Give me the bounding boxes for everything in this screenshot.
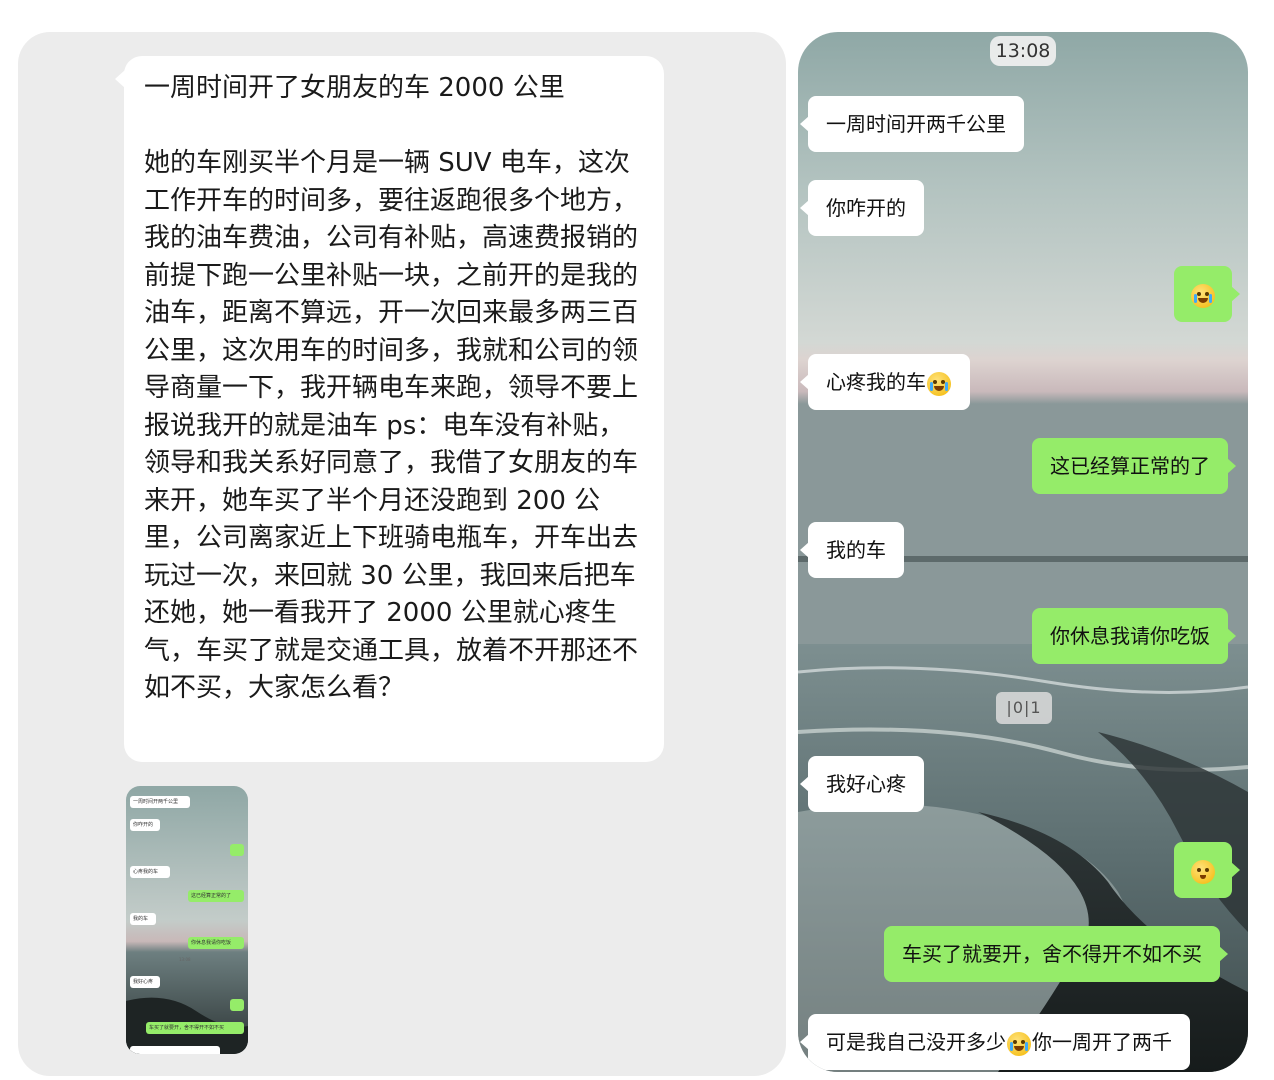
message-text: 我的车 xyxy=(826,538,886,562)
laughing-tears-emoji-icon xyxy=(1191,283,1215,308)
incoming-message[interactable]: 心疼我的车 xyxy=(800,354,970,410)
message-timestamp: 13:08 xyxy=(990,36,1056,66)
outgoing-message[interactable]: 你休息我请你吃饭 xyxy=(1032,608,1236,664)
thumb-msg-3: 心疼我的车 xyxy=(130,866,170,878)
thumb-msg-2: 你咋开的 xyxy=(130,819,160,831)
outgoing-message[interactable]: 这已经算正常的了 xyxy=(1032,438,1236,494)
thumb-time: 13:08 xyxy=(179,957,191,962)
message-text: 可是我自己没开多少 xyxy=(826,1030,1006,1054)
thumb-msg-5: 我的车 xyxy=(130,913,156,925)
incoming-message[interactable]: 可是我自己没开多少 你一周开了两千 xyxy=(800,1014,1190,1070)
thumb-msg-8: 车买了就要开，舍不得开不如不买 xyxy=(146,1022,244,1034)
incoming-message[interactable]: 我的车 xyxy=(800,522,904,578)
thumb-msg-4: 这已经算正常的了 xyxy=(188,890,244,902)
chat-screenshot-thumbnail[interactable]: 一周时间开两千公里 你咋开的 心疼我的车 这已经算正常的了 我的车 你休息我请你… xyxy=(126,786,248,1054)
message-text: 我好心疼 xyxy=(826,772,906,796)
message-text: 一周时间开两千公里 xyxy=(826,112,1006,136)
outgoing-emoji-message[interactable] xyxy=(1174,842,1240,898)
post-panel: 一周时间开了女朋友的车 2000 公里 她的车刚买半个月是一辆 SUV 电车，这… xyxy=(18,32,786,1076)
post-message-bubble[interactable]: 一周时间开了女朋友的车 2000 公里 她的车刚买半个月是一辆 SUV 电车，这… xyxy=(115,56,664,762)
crying-emoji-icon xyxy=(1007,1031,1031,1056)
message-text: 你休息我请你吃饭 xyxy=(1050,624,1210,648)
video-player-icon[interactable]: |0|1 xyxy=(996,692,1052,724)
message-text: 车买了就要开，舍不得开不如不买 xyxy=(902,942,1202,966)
outgoing-message[interactable]: 车买了就要开，舍不得开不如不买 xyxy=(884,926,1228,982)
incoming-message[interactable]: 你咋开的 xyxy=(800,180,924,236)
outgoing-emoji-message[interactable] xyxy=(1174,266,1240,322)
message-text: 你一周开了两千 xyxy=(1032,1030,1172,1054)
incoming-message[interactable]: 我好心疼 xyxy=(800,756,924,812)
post-title: 一周时间开了女朋友的车 2000 公里 xyxy=(144,73,565,103)
thumb-msg-1: 一周时间开两千公里 xyxy=(130,796,190,808)
thumb-msg-emoji xyxy=(230,844,244,856)
post-body: 她的车刚买半个月是一辆 SUV 电车，这次工作开车的时间多，要往返跑很多个地方，… xyxy=(144,148,639,703)
thumb-msg-6: 你休息我请你吃饭 xyxy=(188,937,244,949)
message-text: 你咋开的 xyxy=(826,196,906,220)
kissing-emoji-icon xyxy=(1191,859,1215,884)
message-text: 这已经算正常的了 xyxy=(1050,454,1210,478)
thumb-msg-7: 我好心疼 xyxy=(130,976,160,988)
message-text: 心疼我的车 xyxy=(826,370,926,394)
thumb-msg-9 xyxy=(130,1046,220,1054)
crying-emoji-icon xyxy=(927,371,951,396)
incoming-message[interactable]: 一周时间开两千公里 xyxy=(800,96,1024,152)
thumb-msg-emoji-2 xyxy=(230,999,244,1011)
chat-screenshot: 13:08 一周时间开两千公里 你咋开的 心疼我的车 这已经算正常的了 我的车 … xyxy=(798,32,1248,1072)
